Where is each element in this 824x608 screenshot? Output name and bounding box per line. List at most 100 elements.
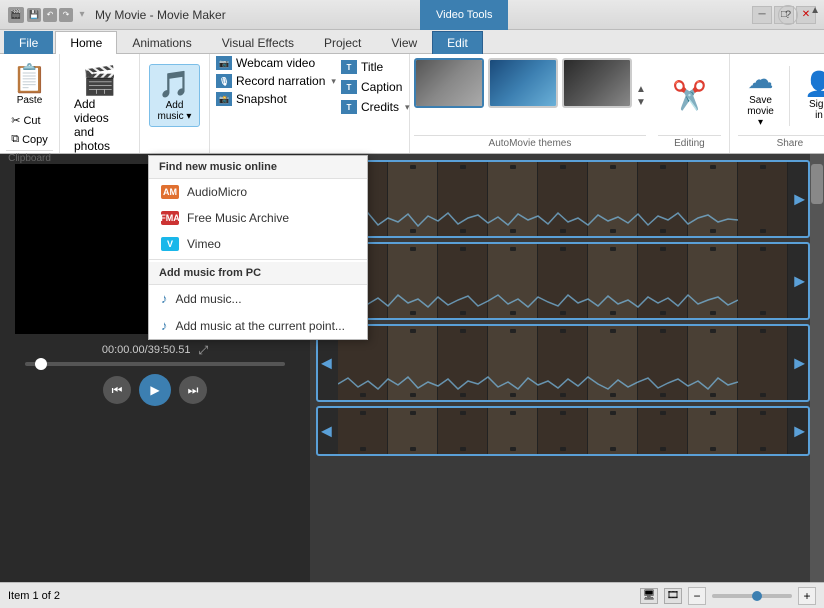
- theme-item-1[interactable]: [414, 58, 484, 108]
- status-bar: Item 1 of 2 🖥 🎞 − +: [0, 582, 824, 608]
- expand-icon[interactable]: ⤢: [199, 343, 209, 358]
- tab-visual-effects[interactable]: Visual Effects: [207, 31, 309, 54]
- play-button[interactable]: ▶: [139, 374, 171, 406]
- clipboard-group: 📋 Paste ✂ Cut ⧉ Copy Clipboard: [0, 54, 60, 153]
- title-text: My Movie - Movie Maker: [95, 8, 226, 22]
- caption-label: Caption: [361, 80, 402, 94]
- track4-frame-2: [388, 408, 438, 454]
- tab-animations[interactable]: Animations: [117, 31, 206, 54]
- save-movie-button[interactable]: ☁ Savemovie ▾: [738, 60, 783, 132]
- add-videos-label: Add videos and photos: [74, 97, 125, 153]
- track4-frame-1: [338, 408, 388, 454]
- theme-3-content: [564, 60, 630, 106]
- save-movie-label: Savemovie ▾: [746, 95, 775, 128]
- dropdown-divider: [149, 259, 367, 260]
- theme-item-2[interactable]: [488, 58, 558, 108]
- track2-frame-9: [738, 244, 788, 318]
- automovie-themes-group: ▲ ▼ AutoMovie themes: [410, 54, 650, 153]
- add-videos-icon: 🎬: [82, 64, 117, 97]
- playback-controls: ⏮ ▶ ⏭: [103, 374, 207, 406]
- title-caption-credits: T Title T Caption T Credits: [335, 58, 416, 116]
- timeline-track-2: [316, 242, 810, 320]
- tab-edit[interactable]: Edit: [432, 31, 483, 54]
- copy-icon: ⧉: [11, 133, 19, 146]
- add-music-label: Add music ▾: [158, 100, 192, 122]
- timeline-track-4: [316, 406, 810, 456]
- snapshot-icon: 📸: [216, 92, 232, 106]
- zoom-controls: 🖥 🎞 − +: [640, 587, 816, 605]
- next-frame-button[interactable]: ⏭: [179, 376, 207, 404]
- add-music-from-pc-header: Add music from PC: [149, 262, 367, 285]
- ribbon-collapse-button[interactable]: ▲: [810, 5, 820, 16]
- timeline-track-1: [316, 160, 810, 238]
- tab-file[interactable]: File: [4, 31, 53, 54]
- sign-in-button[interactable]: 👤 Signin: [796, 66, 824, 125]
- credits-button[interactable]: T Credits: [335, 98, 416, 116]
- tab-home[interactable]: Home: [55, 31, 117, 54]
- vimeo-label: Vimeo: [187, 237, 221, 251]
- main-area: 00:00.00/39:50.51 ⤢ ⏮ ▶ ⏭: [0, 154, 824, 582]
- ribbon-tabs: File Home Animations Visual Effects Proj…: [0, 30, 824, 54]
- caption-button[interactable]: T Caption: [335, 78, 416, 96]
- caption-icon: T: [341, 80, 357, 94]
- cut-button[interactable]: ✂ Cut: [7, 112, 52, 129]
- help-button[interactable]: ?: [778, 5, 798, 25]
- themes-scroll-arrows: ▲ ▼: [636, 58, 646, 133]
- title-button[interactable]: T Title: [335, 58, 416, 76]
- app-icon: 🎬: [8, 7, 24, 23]
- themes-scroll-up[interactable]: ▲: [636, 84, 646, 95]
- audiomicro-icon: AM: [161, 185, 179, 199]
- tab-project[interactable]: Project: [309, 31, 376, 54]
- vimeo-item[interactable]: V Vimeo: [149, 231, 367, 257]
- zoom-slider[interactable]: [712, 594, 792, 598]
- track4-frame-9: [738, 408, 788, 454]
- track3-frame-9: [738, 326, 788, 400]
- zoom-out-button[interactable]: −: [688, 587, 706, 605]
- share-label: Share: [738, 135, 824, 149]
- quick-access-icon2[interactable]: ↶: [43, 8, 57, 22]
- quick-access-icon1[interactable]: 💾: [27, 8, 41, 22]
- add-music-item[interactable]: ♪ Add music...: [149, 285, 367, 312]
- automovie-themes-label: AutoMovie themes: [414, 135, 646, 149]
- audiomicro-item[interactable]: AM AudioMicro: [149, 179, 367, 205]
- minimize-button[interactable]: ─: [752, 6, 772, 24]
- quick-access-dropdown[interactable]: ▾: [75, 8, 89, 22]
- time-display: 00:00.00/39:50.51: [102, 344, 191, 356]
- title-icon: T: [341, 60, 357, 74]
- music-note-icon-1: ♪: [161, 291, 168, 306]
- time-slider-handle[interactable]: [35, 358, 47, 370]
- title-label: Title: [361, 60, 383, 74]
- timeline-scrollbar[interactable]: [810, 154, 824, 582]
- add-videos-button[interactable]: 🎬 Add videos and photos: [66, 58, 133, 159]
- add-music-button[interactable]: 🎵 Add music ▾: [149, 64, 201, 127]
- share-divider: [789, 66, 790, 126]
- track-2-waveform: [338, 292, 738, 312]
- themes-scroll-down[interactable]: ▼: [636, 97, 646, 108]
- paste-button[interactable]: 📋 Paste: [8, 58, 51, 110]
- copy-button[interactable]: ⧉ Copy: [7, 131, 52, 148]
- add-music-icon: 🎵: [158, 69, 190, 100]
- zoom-in-button[interactable]: +: [798, 587, 816, 605]
- free-music-archive-item[interactable]: FMA Free Music Archive: [149, 205, 367, 231]
- filmstrip-icon[interactable]: 🎞: [664, 588, 682, 604]
- sign-in-label: Signin: [809, 99, 824, 121]
- title-bar: 🎬 💾 ↶ ↷ ▾ My Movie - Movie Maker Video T…: [0, 0, 824, 30]
- film-frame-9: [738, 162, 788, 236]
- tab-view[interactable]: View: [376, 31, 432, 54]
- copy-label: Copy: [22, 134, 48, 146]
- add-music-at-current-point-item[interactable]: ♪ Add music at the current point...: [149, 312, 367, 339]
- theme-1-content: [416, 60, 482, 106]
- quick-access-icon3[interactable]: ↷: [59, 8, 73, 22]
- webcam-icon: 📷: [216, 56, 232, 70]
- monitor-icon[interactable]: 🖥: [640, 588, 658, 604]
- theme-item-3[interactable]: [562, 58, 632, 108]
- time-slider[interactable]: [25, 362, 285, 366]
- track4-frame-4: [488, 408, 538, 454]
- credits-icon: T: [341, 100, 357, 114]
- zoom-slider-handle[interactable]: [752, 591, 762, 601]
- rewind-button[interactable]: ⏮: [103, 376, 131, 404]
- timeline-scroll-handle[interactable]: [811, 164, 823, 204]
- music-note-icon-2: ♪: [161, 318, 168, 333]
- cloud-icon: ☁: [748, 64, 774, 95]
- add-music-content: 🎵 Add music ▾: [149, 58, 201, 133]
